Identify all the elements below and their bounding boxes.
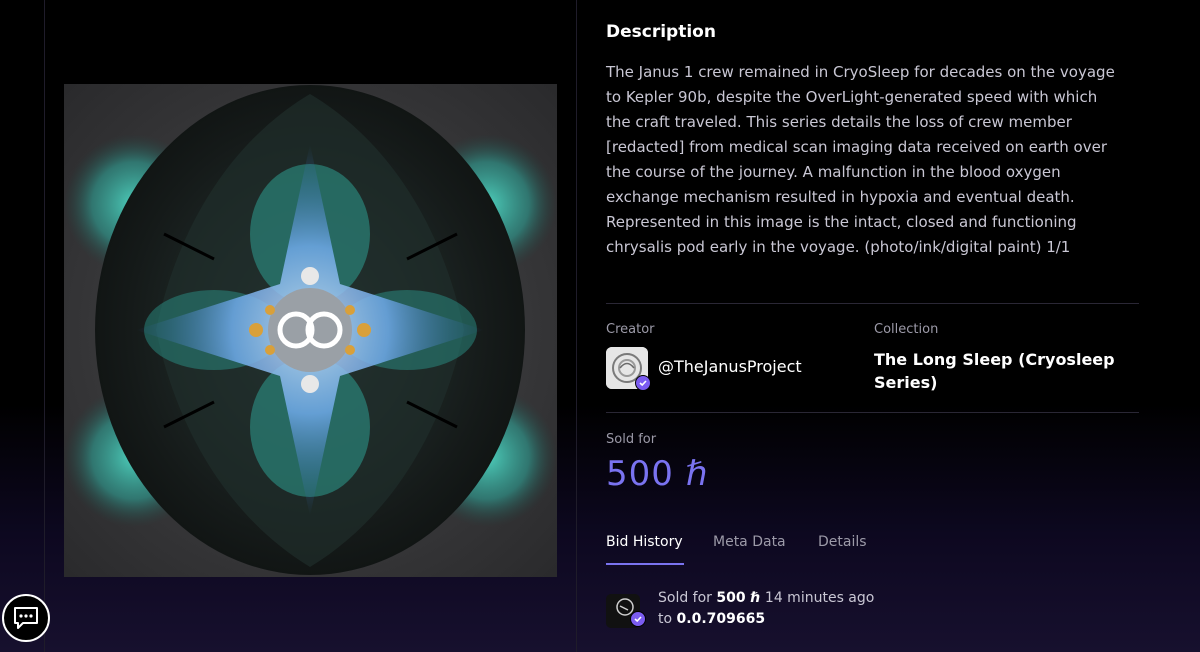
creator-label: Creator (606, 322, 655, 337)
divider (606, 303, 1139, 304)
description-title: Description (606, 22, 716, 42)
creator-handle-link[interactable]: @TheJanusProject (658, 357, 802, 376)
chat-bubble-icon (14, 607, 38, 629)
bid-amount: 500 ℏ (716, 590, 761, 606)
divider (606, 412, 1139, 413)
creator-avatar[interactable] (606, 347, 651, 391)
tab-bid-history[interactable]: Bid History (606, 534, 683, 550)
collection-name-link[interactable]: The Long Sleep (Cryosleep Series) (874, 348, 1124, 394)
center-column-divider (576, 0, 577, 652)
chat-button[interactable] (2, 594, 50, 642)
sold-for-label: Sold for (606, 432, 657, 447)
bid-time: 14 minutes ago (764, 590, 875, 606)
bid-sold-line: Sold for 500 ℏ 14 minutes ago (658, 590, 874, 606)
bid-sold-prefix: Sold for (658, 590, 712, 606)
buyer-avatar[interactable] (606, 594, 646, 628)
tab-meta-data[interactable]: Meta Data (713, 534, 786, 550)
artwork-graphic (64, 84, 557, 577)
artwork-image[interactable] (64, 84, 557, 577)
bid-to-label: to (658, 611, 673, 627)
verified-badge-icon (630, 611, 646, 627)
active-tab-indicator (606, 563, 684, 565)
left-column-divider (44, 0, 45, 652)
bid-account-link[interactable]: 0.0.709665 (677, 611, 766, 627)
tab-details[interactable]: Details (818, 534, 867, 550)
bid-recipient-line: to 0.0.709665 (658, 611, 765, 627)
collection-label: Collection (874, 322, 939, 337)
sold-price: 500 ℏ (606, 454, 709, 494)
description-body: The Janus 1 crew remained in CryoSleep f… (606, 63, 1115, 256)
verified-badge-icon (635, 375, 651, 391)
